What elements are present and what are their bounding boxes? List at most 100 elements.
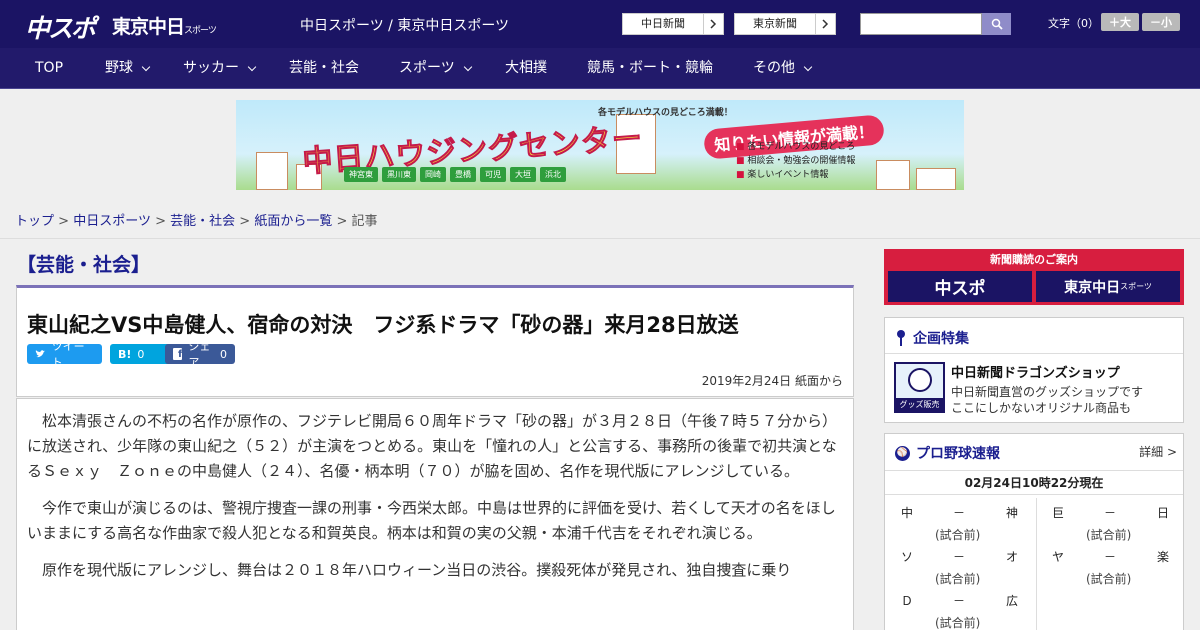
nav-item-sumo[interactable]: 大相撲: [505, 48, 547, 89]
tokyo-chunichi-logo[interactable]: 東京中日スポーツ: [112, 12, 217, 39]
search-button[interactable]: [982, 13, 1011, 35]
chunichi-shimbun-link[interactable]: 中日新聞: [622, 13, 724, 35]
search-icon: [991, 18, 1003, 30]
breadcrumb-link-top[interactable]: トップ: [15, 214, 54, 229]
tweet-button[interactable]: ツイート: [27, 340, 102, 369]
article-paragraph: 松本清張さんの不朽の名作が原作の、フジテレビ開局６０周年ドラマ「砂の器」が３月２…: [27, 412, 838, 480]
banner-place: 可児: [480, 167, 506, 182]
team-home: 巨: [1052, 506, 1065, 520]
team-home: ヤ: [1052, 550, 1065, 564]
font-smaller-button[interactable]: －小: [1142, 13, 1180, 31]
banner-feature: 各モデルハウスの見どころ: [736, 140, 855, 154]
nav-item-sports[interactable]: スポーツ: [399, 48, 472, 89]
nav-item-baseball[interactable]: 野球: [105, 48, 151, 89]
divider: [885, 494, 1183, 495]
font-size-label: 文字（0）: [1048, 17, 1099, 30]
facebook-icon: f: [173, 348, 183, 360]
housing-center-banner-ad[interactable]: 各モデルハウスの見どころ満載！ 中日ハウジングセンター 知りたい情報が満載！ 各…: [236, 100, 964, 190]
article-date: 2019年2月24日 紙面から: [701, 374, 843, 388]
pro-baseball-scores: ⚾ プロ野球速報 詳細 > 02月24日10時22分現在 中 － 神 (試合前)…: [884, 433, 1184, 630]
nav-item-entertainment[interactable]: 芸能・社会: [289, 48, 359, 89]
team-home: ソ: [901, 550, 914, 564]
tokyo-shimbun-label: 東京新聞: [753, 17, 797, 30]
score: －: [1104, 550, 1117, 564]
chevron-down-icon: [247, 62, 257, 71]
score: －: [1104, 506, 1117, 520]
game-status: (試合前): [935, 528, 981, 542]
breadcrumb-link-chunichi-sports[interactable]: 中日スポーツ: [73, 214, 151, 229]
game-status: (試合前): [1086, 528, 1132, 542]
global-nav: TOP 野球 サッカー 芸能・社会 スポーツ 大相撲 競馬・ボート・競輪 その他: [0, 48, 1200, 89]
nav-item-label: その他: [753, 60, 795, 76]
baseball-title-text: プロ野球速報: [916, 446, 1000, 462]
subscription-banner[interactable]: 新聞購読のご案内 中スポ 東京中日 スポーツ: [884, 249, 1184, 305]
tweet-label: ツイート: [51, 340, 85, 369]
chevron-down-icon: [803, 62, 813, 71]
site-name: 中日スポーツ / 東京中日スポーツ: [300, 18, 510, 34]
banner-place: 浜北: [540, 167, 566, 182]
article-body: 松本清張さんの不朽の名作が原作の、フジテレビ開局６０周年ドラマ「砂の器」が３月２…: [16, 398, 854, 630]
facebook-share-button[interactable]: f シェア 0: [165, 340, 235, 369]
chevron-right-icon: [703, 14, 723, 34]
banner-place: 岡崎: [420, 167, 446, 182]
tokyo-chunichi-logo-text: 東京中日: [112, 16, 185, 38]
breadcrumb-current: 記事: [351, 214, 378, 229]
nav-item-label: 野球: [105, 60, 133, 76]
feature-title-text: 企画特集: [913, 331, 969, 347]
dragons-shop-link[interactable]: 中日新聞ドラゴンズショップ: [951, 362, 1120, 381]
search-input[interactable]: [860, 13, 982, 35]
banner-feature: 楽しいイベント情報: [736, 168, 855, 182]
breadcrumb-separator: >: [155, 214, 166, 229]
dragons-shop-thumbnail[interactable]: グッズ販売中: [894, 362, 945, 413]
scores-updated-time: 02月24日10時22分現在: [964, 476, 1104, 490]
hatena-count: 0: [137, 347, 145, 361]
tokyo-chunichi-logo-sub: スポーツ: [184, 26, 217, 36]
nav-item-label: 競馬・ボート・競輪: [587, 60, 713, 76]
banner-place: 豊橋: [450, 167, 476, 182]
article-paragraph: 原作を現代版にアレンジし、舞台は２０１８年ハロウィーン当日の渋谷。撲殺死体が発見…: [42, 561, 792, 579]
nav-item-label: 芸能・社会: [289, 60, 359, 76]
baseball-detail-link[interactable]: 詳細 >: [1139, 443, 1177, 460]
twitter-bird-icon: [35, 350, 46, 358]
baseball-title: ⚾ プロ野球速報: [895, 443, 1000, 463]
banner-place: 神宮東: [344, 167, 378, 182]
subscribe-chuspo-button[interactable]: 中スポ: [888, 271, 1032, 302]
nav-item-other[interactable]: その他: [753, 48, 813, 89]
feature-title: 企画特集: [895, 328, 969, 348]
divider: [0, 238, 1200, 239]
hatena-bookmark-icon: B!: [118, 347, 132, 361]
subscribe-tokyo-chunichi-label: 東京中日: [1064, 279, 1121, 296]
font-larger-button[interactable]: ＋大: [1101, 13, 1139, 31]
article-headline: 東山紀之VS中島健人、宿命の対決 フジ系ドラマ「砂の器」来月28日放送: [27, 313, 739, 337]
score: －: [953, 506, 966, 520]
chevron-right-icon: [815, 14, 835, 34]
dragons-shop-desc: ここにしかないオリジナル商品も: [951, 401, 1132, 415]
banner-feature-list: 各モデルハウスの見どころ 相談会・勉強会の開催情報 楽しいイベント情報: [736, 140, 855, 182]
score: －: [953, 594, 966, 608]
team-away: 日: [1157, 506, 1170, 520]
pin-icon: [895, 330, 907, 346]
chuspo-logo[interactable]: 中スポ: [25, 9, 96, 45]
tokyo-shimbun-link[interactable]: 東京新聞: [734, 13, 836, 35]
nav-item-label: スポーツ: [399, 60, 455, 76]
subscribe-tokyo-chunichi-button[interactable]: 東京中日 スポーツ: [1036, 271, 1180, 302]
subscribe-tokyo-chunichi-sub: スポーツ: [1120, 282, 1152, 291]
breadcrumb-link-entertainment[interactable]: 芸能・社会: [170, 214, 235, 229]
category-title: 【芸能・社会】: [17, 254, 151, 276]
goods-sale-badge: グッズ販売中: [896, 398, 943, 411]
team-home: 中: [901, 506, 914, 520]
banner-place: 大垣: [510, 167, 536, 182]
nav-item-top[interactable]: TOP: [35, 48, 63, 89]
breadcrumb: トップ > 中日スポーツ > 芸能・社会 > 紙面から一覧 > 記事: [15, 210, 378, 229]
team-away: オ: [1006, 550, 1019, 564]
breadcrumb-link-paper-list[interactable]: 紙面から一覧: [254, 214, 332, 229]
divider: [885, 353, 1183, 354]
game-status: (試合前): [935, 616, 981, 630]
nav-item-soccer[interactable]: サッカー: [183, 48, 257, 89]
facebook-share-label: シェア: [188, 340, 211, 369]
nav-item-keiba[interactable]: 競馬・ボート・競輪: [587, 48, 713, 89]
team-home: Ｄ: [901, 594, 914, 608]
feature-box: 企画特集 グッズ販売中 中日新聞ドラゴンズショップ 中日新聞直営のグッズショップ…: [884, 317, 1184, 423]
team-away: 神: [1006, 506, 1019, 520]
nav-item-label: TOP: [35, 60, 64, 76]
